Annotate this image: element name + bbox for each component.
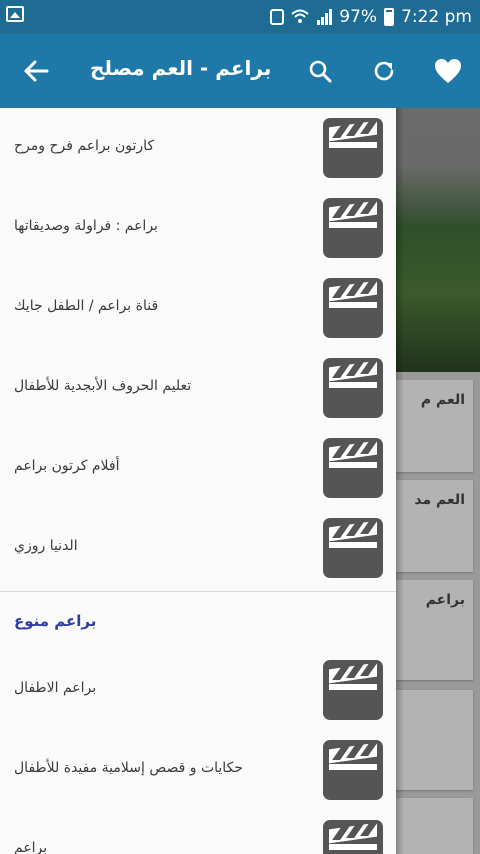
drawer-item[interactable]: براعم الاطفال bbox=[0, 650, 396, 730]
drawer-item[interactable]: أفلام كرتون براعم bbox=[0, 428, 396, 508]
drawer-item-label: قناة براعم / الطفل جايك bbox=[14, 298, 159, 314]
status-bar-right: 97% 7:22 pm bbox=[270, 6, 472, 28]
clapperboard-icon bbox=[323, 438, 383, 498]
gallery-notification-icon bbox=[6, 6, 24, 22]
clapperboard-icon bbox=[323, 740, 383, 800]
drawer-item[interactable]: تعليم الحروف الأبجدية للأطفال bbox=[0, 348, 396, 428]
clapperboard-icon bbox=[323, 820, 383, 854]
app-bar: براعم - العم مصلح bbox=[0, 34, 480, 108]
drawer-shadow bbox=[396, 108, 404, 854]
drawer-item-label: تعليم الحروف الأبجدية للأطفال bbox=[14, 378, 192, 394]
drawer-item-label: الدنيا روزي bbox=[14, 538, 78, 554]
signal-icon bbox=[316, 9, 333, 25]
clapperboard-icon bbox=[323, 660, 383, 720]
clock: 7:22 pm bbox=[401, 7, 472, 27]
wifi-icon bbox=[291, 9, 309, 25]
drawer-item[interactable]: كارتون براعم فرح ومرح bbox=[0, 108, 396, 188]
battery-icon bbox=[384, 8, 395, 26]
drawer-item-label: حكايات و قصص إسلامية مفيدة للأطفال bbox=[14, 760, 243, 776]
drawer-item-label: براعم bbox=[14, 840, 48, 854]
refresh-icon[interactable] bbox=[364, 51, 404, 91]
drawer-item-label: كارتون براعم فرح ومرح bbox=[14, 138, 155, 154]
clapperboard-icon bbox=[323, 198, 383, 258]
drawer-item[interactable]: قناة براعم / الطفل جايك bbox=[0, 268, 396, 348]
battery-percent: 97% bbox=[339, 7, 378, 27]
drawer-item[interactable]: الدنيا روزي bbox=[0, 508, 396, 588]
clapperboard-icon bbox=[323, 518, 383, 578]
drawer-item[interactable]: براعم bbox=[0, 810, 396, 854]
app-title: براعم - العم مصلح bbox=[90, 56, 272, 80]
banner-image[interactable] bbox=[396, 108, 480, 372]
lock-icon bbox=[270, 9, 285, 25]
drawer-item-label: أفلام كرتون براعم bbox=[14, 458, 120, 474]
clapperboard-icon bbox=[323, 118, 383, 178]
status-bar: 97% 7:22 pm bbox=[0, 0, 480, 34]
clapperboard-icon bbox=[323, 358, 383, 418]
heart-icon[interactable] bbox=[428, 51, 468, 91]
section-title: براعم منوع bbox=[14, 612, 97, 630]
drawer-item[interactable]: حكايات و قصص إسلامية مفيدة للأطفال bbox=[0, 730, 396, 810]
drawer-item[interactable]: براعم : فراولة وصديقاتها bbox=[0, 188, 396, 268]
clapperboard-icon bbox=[323, 278, 383, 338]
drawer-item-label: براعم : فراولة وصديقاتها bbox=[14, 218, 158, 234]
section-divider bbox=[0, 591, 396, 592]
back-arrow-icon[interactable] bbox=[16, 51, 56, 91]
navigation-drawer: كارتون براعم فرح ومرح براعم : فراولة وصد… bbox=[0, 108, 396, 854]
drawer-item-label: براعم الاطفال bbox=[14, 680, 97, 696]
search-icon[interactable] bbox=[300, 51, 340, 91]
